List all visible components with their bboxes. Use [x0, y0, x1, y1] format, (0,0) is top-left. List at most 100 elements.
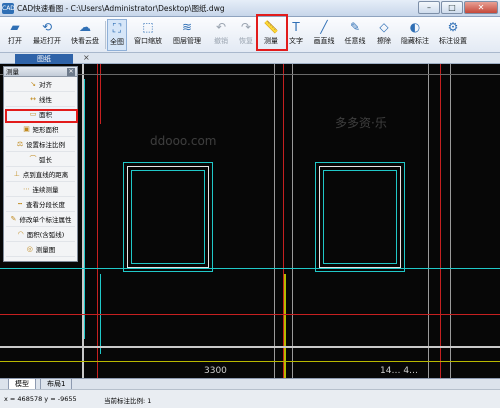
- aligned-icon: ↘: [30, 80, 36, 88]
- folder-icon: ▰: [10, 20, 20, 34]
- axis-line: [97, 64, 98, 378]
- annotation-settings-button[interactable]: ⚙ 标注设置: [436, 19, 470, 51]
- panel-item-label: 连续测量: [32, 186, 59, 194]
- panel-item-segments[interactable]: ╍ 查看分段长度: [6, 197, 75, 212]
- floor-line: [0, 346, 500, 348]
- panel-item-arc-area[interactable]: ◠ 面积(含弧线): [6, 227, 75, 242]
- panel-item-aligned[interactable]: ↘ 对齐: [6, 77, 75, 92]
- column-line: [450, 64, 451, 378]
- full-view-button[interactable]: ⛶ 全图: [107, 19, 127, 51]
- toolbar-divider: [105, 21, 106, 49]
- layout-tabs: 模型 布局1: [0, 378, 500, 390]
- text-button[interactable]: T 文字: [286, 19, 306, 51]
- dimension-label: 14… 4…: [380, 366, 419, 376]
- window-glass-right: [323, 170, 397, 264]
- layers-icon: ≋: [181, 20, 193, 34]
- panel-item-continuous[interactable]: ⋯ 连续测量: [6, 182, 75, 197]
- minimize-button[interactable]: –: [418, 1, 440, 14]
- panel-item-label: 设置标注比例: [26, 141, 65, 149]
- full-view-icon: ⛶: [112, 21, 122, 35]
- panel-item-arc[interactable]: ⌒ 弧长: [6, 152, 75, 167]
- panel-item-label: 线性: [39, 96, 52, 104]
- column-line: [292, 64, 293, 378]
- recent-icon: ⟲: [41, 20, 53, 34]
- line-icon: ╱: [320, 20, 328, 34]
- close-button[interactable]: ✕: [464, 1, 498, 14]
- linear-icon: ↔: [30, 95, 36, 103]
- recent-button[interactable]: ⟲ 最近打开: [30, 19, 64, 51]
- undo-icon: ↶: [215, 20, 227, 34]
- layer-manager-button[interactable]: ≋ 图层管理: [170, 19, 204, 51]
- cloud-button[interactable]: ☁ 快看云盘: [68, 19, 102, 51]
- panel-item-modify[interactable]: ✎ 修改单个标注属性: [6, 212, 75, 227]
- segments-icon: ╍: [17, 200, 23, 208]
- window-glass-left: [131, 170, 205, 264]
- main-toolbar: ▰ 打开 ⟲ 最近打开 ☁ 快看云盘 ⛶ 全图 ⬚ 窗口缩放 ≋ 图层管理 ↶ …: [0, 17, 500, 53]
- cyan-line: [84, 79, 85, 339]
- erase-button[interactable]: ◇ 擦除: [374, 19, 394, 51]
- eraser-icon: ◇: [379, 20, 389, 34]
- text-icon: T: [292, 20, 300, 34]
- panel-item-label: 面积(含弧线): [26, 231, 65, 239]
- measure-drawing-icon: ◎: [26, 245, 33, 253]
- yellow-line: [0, 361, 500, 362]
- column-line: [428, 64, 429, 378]
- window-controls: – □ ✕: [417, 1, 498, 14]
- cyan-line: [0, 268, 500, 269]
- column-line: [274, 64, 275, 378]
- redo-button[interactable]: ↷ 恢复: [235, 19, 257, 51]
- settings-icon: ⚙: [447, 20, 459, 34]
- arc-icon: ⌒: [29, 155, 37, 163]
- maximize-button[interactable]: □: [441, 1, 463, 14]
- panel-item-label: 弧长: [39, 156, 52, 164]
- freehand-button[interactable]: ✎ 任意线: [342, 19, 368, 51]
- point-line-icon: ⊥: [13, 170, 20, 178]
- tab-drawing[interactable]: 图纸: [15, 54, 73, 64]
- draw-line-button[interactable]: ╱ 画直线: [311, 19, 337, 51]
- panel-item-label: 测量图: [35, 246, 56, 254]
- panel-item-linear[interactable]: ↔ 线性: [6, 92, 75, 107]
- panel-item-label: 矩形面积: [32, 126, 59, 134]
- scale-icon: ⚖: [16, 140, 24, 148]
- yellow-line: [284, 274, 286, 378]
- panel-item-label: 对齐: [39, 81, 52, 89]
- measure-panel: 测量 ✕ ↘ 对齐 ↔ 线性 ▭ 面积 ▣ 矩形面积 ⚖ 设置标注比例 ⌒ 弧长 ⊥ 点到直线…: [3, 66, 78, 262]
- arc-area-icon: ◠: [17, 230, 24, 238]
- window-title: CAD快速看图 - C:\Users\Administrator\Desktop…: [17, 3, 225, 13]
- open-button[interactable]: ▰ 打开: [4, 19, 26, 51]
- close-tab-icon[interactable]: ×: [83, 53, 90, 62]
- rect-area-icon: ▣: [23, 125, 30, 133]
- panel-header: 测量 ✕: [4, 67, 77, 77]
- area-highlight: [5, 109, 78, 123]
- app-icon: CAD: [2, 2, 15, 14]
- measure-highlight: [256, 14, 288, 51]
- modify-icon: ✎: [10, 215, 17, 223]
- panel-item-label: 查看分段长度: [26, 201, 65, 209]
- panel-item-point-line[interactable]: ⊥ 点到直线的距离: [6, 167, 75, 182]
- axis-line: [0, 314, 500, 315]
- panel-title: 测量: [6, 68, 19, 76]
- axis-line: [100, 64, 101, 124]
- panel-item-label: 修改单个标注属性: [19, 216, 72, 224]
- panel-item-scale[interactable]: ⚖ 设置标注比例: [6, 137, 75, 152]
- undo-button[interactable]: ↶ 撤销: [210, 19, 232, 51]
- panel-item-measure-drawing[interactable]: ◎ 测量图: [6, 242, 75, 257]
- window-zoom-button[interactable]: ⬚ 窗口缩放: [131, 19, 165, 51]
- status-bar: x = 468578 y = -9655 当前标注比例: 1: [0, 389, 500, 408]
- hide-annotations-button[interactable]: ◐ 隐藏标注: [398, 19, 432, 51]
- watermark: 多多资·乐: [335, 116, 387, 130]
- watermark: ddooo.com: [150, 134, 217, 148]
- redo-icon: ↷: [240, 20, 252, 34]
- pencil-icon: ✎: [349, 20, 361, 34]
- dimension-label: 3300: [204, 366, 227, 376]
- zoom-window-icon: ⬚: [142, 20, 154, 34]
- title-bar: CAD CAD快速看图 - C:\Users\Administrator\Des…: [0, 0, 500, 17]
- cloud-icon: ☁: [79, 20, 91, 34]
- eye-hide-icon: ◐: [409, 20, 421, 34]
- panel-item-label: 点到直线的距离: [22, 171, 69, 179]
- cursor-coordinates: x = 468578 y = -9655: [4, 395, 77, 403]
- panel-item-rect-area[interactable]: ▣ 矩形面积: [6, 122, 75, 137]
- annotation-scale: 当前标注比例: 1: [104, 397, 152, 405]
- panel-close-button[interactable]: ✕: [67, 68, 75, 76]
- document-tabs: 图纸 ×: [0, 53, 500, 64]
